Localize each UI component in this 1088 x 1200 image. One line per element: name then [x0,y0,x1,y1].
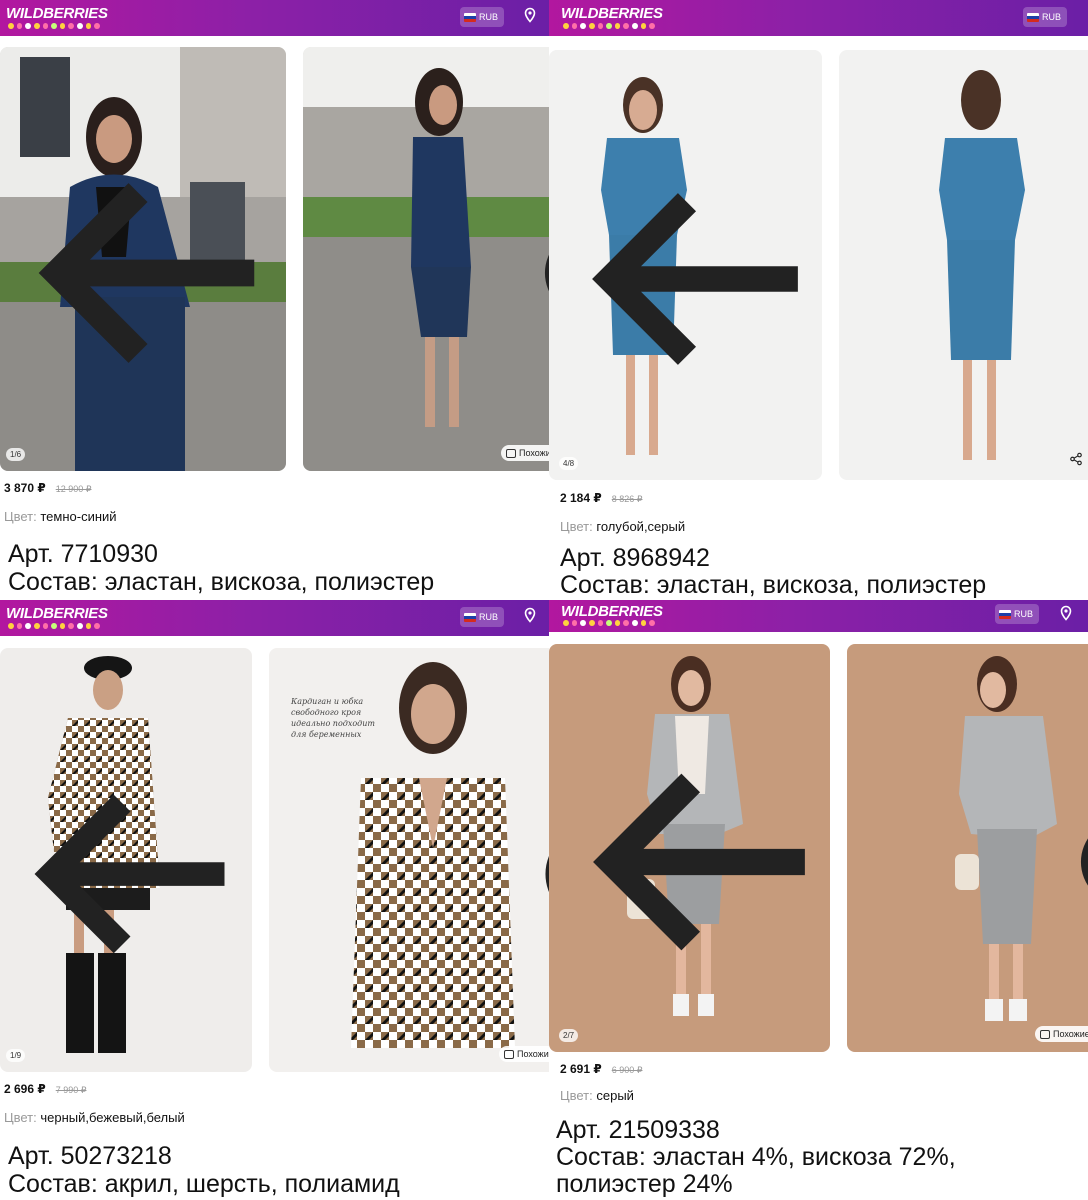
currency-label: RUB [479,12,499,22]
price-row: 2 696 ₽ 7 990 ₽ [4,1082,86,1096]
app-header: WILDBERRIES RUB [0,600,549,636]
app-header: WILDBERRIES RUB [549,600,1088,632]
russia-flag-icon [464,12,476,22]
color-row: Цвет: темно-синий [4,509,117,524]
share-icon[interactable] [521,662,549,1072]
back-arrow-icon[interactable] [4,662,252,1072]
currency-selector[interactable]: RUB [1023,7,1068,27]
composition-line: Состав: эластан, вискоза, полиэстер [8,568,435,596]
color-value: черный,бежевый,белый [40,1110,185,1125]
blue-suit-photo-back [839,50,1088,480]
current-price: 2 184 ₽ [560,491,602,505]
caption-line: свободного кроя [291,708,362,717]
color-value: темно-синий [40,509,117,524]
article-number: Арт. 8968942 [560,544,710,572]
back-arrow-icon[interactable] [559,64,822,480]
composition-line: Состав: эластан 4%, вискоза 72%, [556,1143,956,1171]
current-price: 3 870 ₽ [4,481,46,495]
currency-selector[interactable]: RUB [460,607,505,627]
color-row: Цвет: серый [560,1088,634,1103]
app-header: WILDBERRIES RUB [549,0,1088,36]
product-photo-4b[interactable]: Похожие [847,644,1088,1052]
product-photo-1b[interactable]: Похожие [303,47,549,471]
product-photo-2b[interactable] [839,50,1088,480]
location-pin-icon[interactable] [522,7,538,23]
logo-decoration [8,23,101,31]
color-value: голубой,серый [596,519,686,534]
product-photo-2a[interactable]: 4/8 [549,50,822,480]
product-card-2: WILDBERRIES RUB 4/8 2 184 ₽ 8 826 ₽ Цвет… [549,0,1088,600]
location-pin-icon[interactable] [522,607,538,623]
similar-button[interactable]: Похожие [501,445,549,461]
suit-photo-side [303,47,549,471]
back-arrow-icon[interactable] [4,61,286,471]
wildberries-logo[interactable]: WILDBERRIES [561,603,663,620]
color-label: Цвет: [560,1088,593,1103]
wildberries-logo[interactable]: WILDBERRIES [6,605,108,622]
russia-flag-icon [999,609,1011,619]
product-card-4: WILDBERRIES RUB 2/7 Похожие 2 691 ₽ 6 90… [549,600,1088,1200]
article-number: Арт. 21509338 [556,1116,720,1144]
similar-search-icon[interactable] [1069,452,1083,466]
price-row: 2 691 ₽ 6 900 ₽ [560,1062,642,1076]
current-price: 2 691 ₽ [560,1062,602,1076]
currency-label: RUB [1042,12,1062,22]
product-photo-3b[interactable]: Кардиган и юбка свободного кроя идеально… [269,648,549,1072]
similar-button[interactable]: Похожие [1035,1026,1088,1042]
old-price: 7 990 ₽ [55,1085,87,1095]
product-card-1: WILDBERRIES RUB 1/6 Похожи 3 870 ₽ 12 90… [0,0,549,600]
price-row: 2 184 ₽ 8 826 ₽ [560,491,642,505]
caption-line: для беременных [291,730,362,739]
logo-decoration [563,23,656,31]
article-number: Арт. 7710930 [8,540,158,568]
caption-line: идеально подходит [291,719,375,728]
location-pin-icon[interactable] [1058,605,1074,621]
photo-caption: Кардиган и юбка свободного кроя идеально… [291,696,375,740]
logo-decoration [8,623,101,631]
composition-line: Состав: акрил, шерсть, полиамид [8,1170,400,1198]
back-arrow-icon[interactable] [559,658,830,1052]
russia-flag-icon [1027,12,1039,22]
color-row: Цвет: черный,бежевый,белый [4,1110,185,1125]
article-number: Арт. 50273218 [8,1142,172,1170]
logo-decoration [563,620,656,628]
composition-line: Состав: эластан, вискоза, полиэстер [560,571,987,599]
currency-label: RUB [479,612,499,622]
product-photo-3a[interactable]: 1/9 [0,648,252,1072]
old-price: 8 826 ₽ [611,494,643,504]
old-price: 12 900 ₽ [55,484,92,494]
color-label: Цвет: [4,509,37,524]
wildberries-logo[interactable]: WILDBERRIES [6,5,108,22]
grey-suit-photo-side [847,644,1088,1052]
caption-line: Кардиган и юбка [291,697,364,706]
share-icon[interactable] [523,61,549,471]
old-price: 6 900 ₽ [611,1065,643,1075]
product-card-3: WILDBERRIES RUB 1/9 Кардиган и юбка своб… [0,600,549,1200]
color-label: Цвет: [560,519,593,534]
product-photo-4a[interactable]: 2/7 [549,644,830,1052]
share-icon[interactable] [1059,658,1088,1052]
color-value: серый [596,1088,634,1103]
color-label: Цвет: [4,1110,37,1125]
wildberries-logo[interactable]: WILDBERRIES [561,5,663,22]
similar-button[interactable]: Похожие [499,1046,549,1062]
price-row: 3 870 ₽ 12 900 ₽ [4,481,91,495]
russia-flag-icon [464,612,476,622]
currency-selector[interactable]: RUB [460,7,505,27]
currency-selector[interactable]: RUB [995,604,1040,624]
currency-label: RUB [1014,609,1034,619]
composition-line: полиэстер 24% [556,1170,733,1198]
app-header: WILDBERRIES RUB [0,0,549,36]
product-photo-1a[interactable]: 1/6 [0,47,286,471]
current-price: 2 696 ₽ [4,1082,46,1096]
color-row: Цвет: голубой,серый [560,519,685,534]
